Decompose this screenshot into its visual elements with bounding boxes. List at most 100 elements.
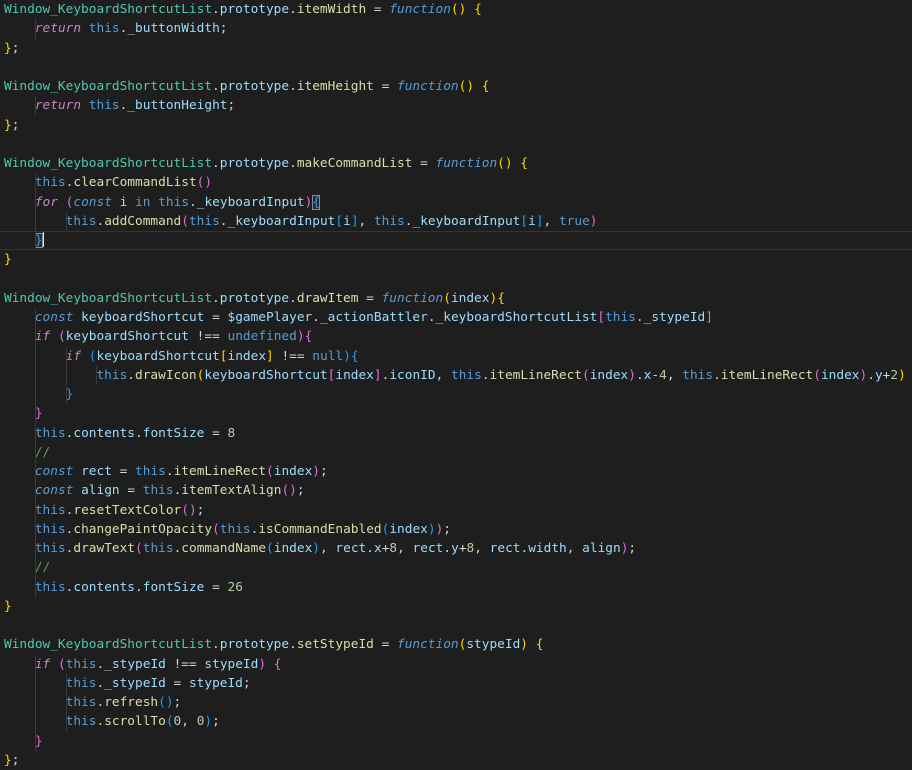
code-token: ; [212,714,220,730]
code-token: this [65,675,97,691]
code-line[interactable]: return this._buttonWidth; [0,19,912,39]
code-token: [ [219,348,228,364]
code-token: x [373,541,382,556]
code-editor-pane[interactable]: Window_KeyboardShortcutList.prototype.it… [0,0,912,770]
code-token: this [96,367,128,383]
code-token: this [65,714,97,730]
code-token: this [135,464,166,479]
code-token: this [34,521,66,537]
code-line[interactable]: // [0,442,912,462]
code-token: ) [296,329,305,345]
code-line[interactable]: }; [0,751,912,770]
code-token: ( [181,213,189,229]
code-line[interactable]: this._stypeId = stypeId; [0,673,912,693]
code-line[interactable]: } [0,385,912,405]
code-token: ( [88,348,97,364]
code-token: } [34,233,43,248]
code-line[interactable] [0,135,912,154]
code-token: index [335,367,374,383]
code-token: 2 [890,367,899,383]
indent-guide [34,173,36,193]
code-token: ; [219,21,228,37]
indent-guide [34,231,36,251]
code-line[interactable]: const keyboardShortcut = $gamePlayer._ac… [0,308,912,328]
code-line[interactable]: this.resetTextColor(); [0,500,912,520]
code-token: } [4,752,12,768]
code-token: !== [273,348,313,364]
code-token: prototype [219,156,290,171]
code-token: this [450,367,482,383]
code-token: , [320,541,336,556]
code-token: _keyboardInput [196,194,305,210]
code-token: = [119,483,143,499]
code-token: . [189,194,197,210]
code-line[interactable]: } [0,731,912,751]
indent-guide [65,211,67,231]
code-token: return [34,21,82,37]
code-line[interactable]: this.clearCommandList() [0,173,912,193]
code-token: prototype [219,290,290,306]
code-line[interactable]: this.contents.fontSize = 8 [0,423,912,443]
code-line[interactable]: Window_KeyboardShortcutList.prototype.se… [0,635,912,654]
code-line[interactable]: this.refresh(); [0,693,912,713]
code-token: align [582,541,621,556]
code-token: } [34,733,43,749]
code-token: Window_KeyboardShortcutList [4,79,213,94]
indent-guide [34,500,36,520]
code-line[interactable]: // [0,558,912,578]
code-line[interactable]: this.changePaintOpacity(this.isCommandEn… [0,519,912,539]
code-token: return [34,98,82,114]
code-token: () [196,175,213,191]
code-line[interactable]: this.drawText(this.commandName(index), r… [0,539,912,559]
code-token: _buttonWidth [127,21,220,37]
code-token: ] [535,213,544,229]
code-token: ( [813,367,821,383]
code-token: rect [335,541,367,556]
code-line[interactable]: Window_KeyboardShortcutList.prototype.it… [0,0,912,19]
code-token: drawIcon [135,367,197,383]
code-line[interactable] [0,270,912,289]
code-token: . [165,464,174,479]
code-line[interactable]: this.scrollTo(0, 0); [0,712,912,732]
code-line[interactable]: Window_KeyboardShortcutList.prototype.it… [0,77,912,96]
code-line[interactable]: this.addCommand(this._keyboardInput[i], … [0,211,912,231]
code-token: } [4,117,12,133]
code-line[interactable] [0,58,912,77]
code-token: itemLineRect [489,367,582,383]
indent-guide [34,327,36,347]
code-line[interactable]: const rect = this.itemLineRect(index); [0,462,912,482]
code-line[interactable]: if (keyboardShortcut !== undefined){ [0,327,912,347]
code-line[interactable] [0,616,912,635]
code-token: this [34,425,66,441]
code-token: ] [705,310,713,325]
code-token: this [65,695,97,710]
indent-guide [34,19,36,39]
code-line[interactable]: this.contents.fontSize = 26 [0,577,912,597]
code-line[interactable]: Window_KeyboardShortcutList.prototype.dr… [0,289,912,308]
code-line-current[interactable]: } [0,231,912,251]
code-token: y [451,541,459,556]
code-line[interactable]: }; [0,39,912,58]
code-line[interactable]: this.drawIcon(keyboardShortcut[index].ic… [0,365,912,385]
code-line[interactable]: for (const i in this._keyboardInput){ [0,192,912,212]
code-token: , [358,213,374,229]
code-token: ) [312,464,320,479]
code-line[interactable]: if (this._stypeId !== stypeId) { [0,654,912,674]
code-line[interactable]: return this._buttonHeight; [0,96,912,116]
code-line[interactable]: if (keyboardShortcut[index] !== null){ [0,346,912,366]
code-line[interactable]: } [0,597,912,616]
code-line[interactable]: } [0,404,912,424]
indent-guide [34,365,36,385]
code-line[interactable]: } [0,250,912,269]
code-line[interactable]: const align = this.itemTextAlign(); [0,481,912,501]
code-line[interactable]: }; [0,116,912,135]
code-line[interactable]: Window_KeyboardShortcutList.prototype.ma… [0,154,912,173]
indent-guide [34,577,36,597]
code-token: itemLineRect [173,464,267,479]
